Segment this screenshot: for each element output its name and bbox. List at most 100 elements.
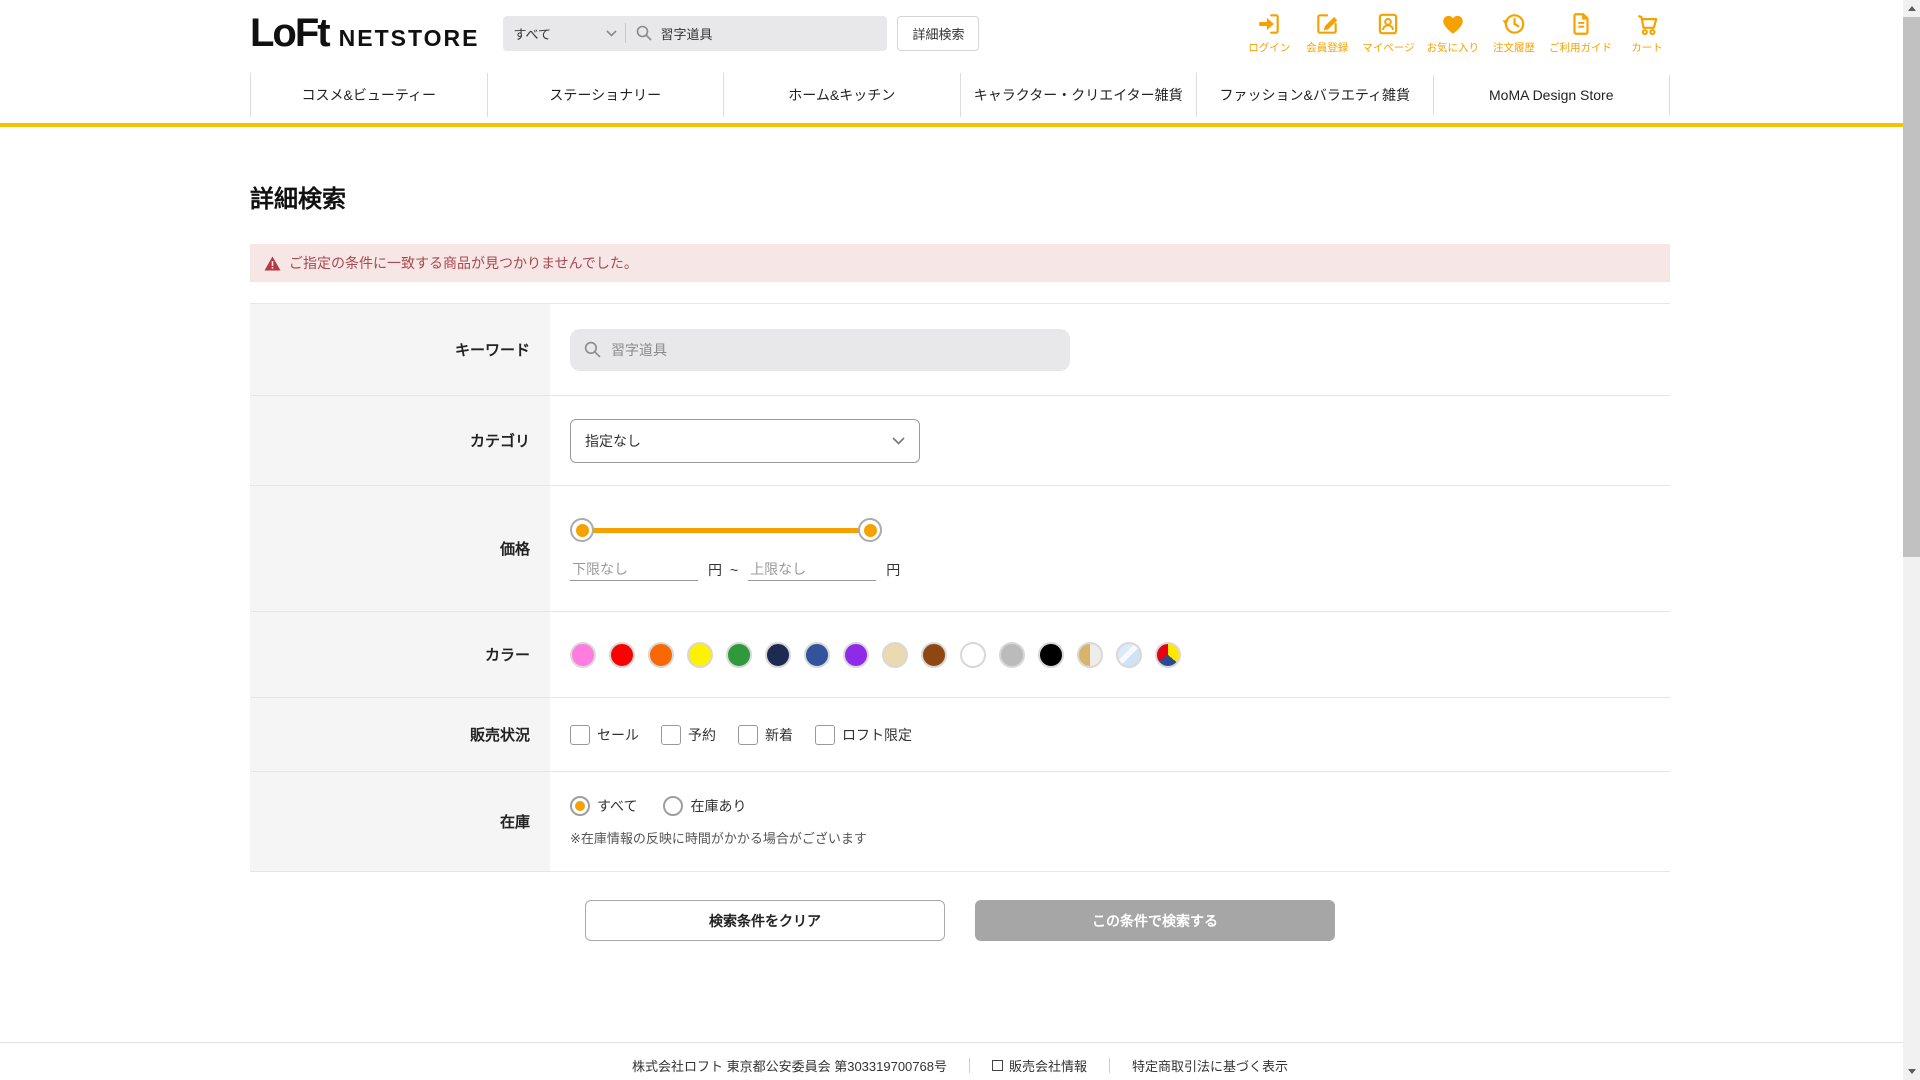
color-label: カラー	[250, 612, 550, 697]
nav-item-stationery[interactable]: ステーショナリー	[486, 72, 724, 117]
price-min-unit: 円	[708, 561, 722, 578]
footer-link-seller-info[interactable]: 販売会社情報	[991, 1056, 1087, 1075]
color-swatch-yellow[interactable]	[687, 641, 713, 668]
footer-link-label: 販売会社情報	[1008, 1058, 1087, 1074]
checkbox-label: 新着	[765, 726, 793, 743]
nav-item-home-kitchen[interactable]: ホーム&キッチン	[723, 72, 960, 117]
radio-button[interactable]	[663, 796, 684, 816]
header-search-input[interactable]	[660, 25, 871, 41]
color-swatch-green[interactable]	[726, 641, 752, 668]
main-nav: コスメ&ビューティー ステーショナリー ホーム&キッチン キャラクター・クリエイ…	[0, 66, 1920, 127]
checkbox-loft-exclusive[interactable]: ロフト限定	[815, 724, 912, 745]
color-swatch-clear[interactable]	[1116, 641, 1142, 668]
keyword-input-wrap	[570, 328, 1070, 371]
radio-in-stock[interactable]: 在庫あり	[663, 796, 746, 816]
form-actions: 検索条件をクリア この条件で検索する	[250, 900, 1670, 941]
header-quick-links: ログイン 会員登録 マイページ お気に入り 注文履歴 ご利用ガイド カート	[1246, 11, 1670, 55]
price-row: 価格 円 ~ 円	[250, 486, 1670, 612]
search-submit-button[interactable]: この条件で検索する	[975, 900, 1335, 941]
order-history-link[interactable]: 注文履歴	[1491, 11, 1537, 55]
login-link[interactable]: ログイン	[1246, 11, 1292, 55]
checkbox-new-arrival[interactable]: 新着	[738, 724, 793, 745]
warning-icon	[264, 256, 281, 270]
page-title: 詳細検索	[250, 186, 346, 213]
login-icon	[1259, 14, 1279, 34]
chevron-down-icon	[892, 436, 905, 445]
nav-item-fashion-variety[interactable]: ファッション&バラエティ雑貨	[1196, 72, 1433, 117]
sales-status-label: 販売状況	[250, 698, 550, 771]
checkbox-box[interactable]	[815, 724, 835, 745]
price-slider[interactable]	[570, 518, 882, 542]
register-icon	[1317, 14, 1338, 34]
category-row: カテゴリ 指定なし	[250, 396, 1670, 486]
price-slider-handle-min[interactable]	[570, 518, 594, 542]
radio-button-selected[interactable]	[570, 796, 590, 816]
scrollbar-up-button[interactable]	[1903, 0, 1920, 17]
search-divider	[625, 23, 627, 43]
color-swatch-navy[interactable]	[765, 641, 791, 668]
error-message: ご指定の条件に一致する商品が見つかりませんでした。	[289, 255, 638, 271]
scrollbar[interactable]	[1903, 0, 1920, 1080]
price-max-input[interactable]	[748, 558, 877, 581]
guide-icon	[1572, 13, 1589, 35]
scrollbar-thumb[interactable]	[1903, 17, 1920, 557]
color-swatch-beige[interactable]	[882, 641, 908, 668]
checkbox-sale[interactable]: セール	[570, 724, 639, 745]
color-swatch-white[interactable]	[960, 641, 986, 668]
clear-conditions-button[interactable]: 検索条件をクリア	[585, 900, 945, 941]
scroll-down-icon	[1907, 1069, 1916, 1074]
category-select[interactable]: 指定なし	[570, 418, 920, 463]
color-swatch-gray[interactable]	[999, 641, 1025, 668]
search-icon	[584, 341, 601, 358]
scrollbar-down-button[interactable]	[1903, 1063, 1920, 1080]
color-swatch-purple[interactable]	[843, 641, 869, 668]
color-swatch-orange[interactable]	[648, 641, 674, 668]
footer-link-commercial-law[interactable]: 特定商取引法に基づく表示	[1132, 1056, 1288, 1075]
color-swatch-gold-silver[interactable]	[1077, 641, 1103, 668]
search-icon	[637, 25, 653, 41]
register-link[interactable]: 会員登録	[1304, 11, 1350, 55]
price-slider-handle-max[interactable]	[858, 518, 882, 542]
checkbox-label: 予約	[688, 726, 716, 743]
favorites-label: お気に入り	[1426, 42, 1480, 54]
nav-item-cosmetics[interactable]: コスメ&ビューティー	[250, 72, 487, 117]
category-selected-value: 指定なし	[585, 432, 641, 449]
color-swatch-blue[interactable]	[804, 641, 830, 668]
color-swatch-black[interactable]	[1038, 641, 1064, 668]
nav-item-character-goods[interactable]: キャラクター・クリエイター雑貨	[959, 72, 1197, 117]
favorites-link[interactable]: お気に入り	[1426, 11, 1480, 55]
price-label: 価格	[250, 486, 550, 611]
price-max-unit: 円	[886, 561, 901, 578]
color-swatch-pink[interactable]	[570, 641, 596, 668]
search-category-dropdown[interactable]: すべて	[513, 24, 618, 43]
color-swatch-multicolor[interactable]	[1155, 641, 1181, 668]
cart-link[interactable]: カート	[1624, 11, 1670, 55]
mypage-link[interactable]: マイページ	[1362, 11, 1415, 55]
color-swatch-red[interactable]	[609, 641, 635, 668]
price-min-input[interactable]	[570, 558, 698, 581]
loft-logo[interactable]: LoFt NETSTORE	[250, 11, 479, 56]
sales-status-options: セール 予約 新着 ロフト限定	[570, 724, 912, 745]
radio-label: 在庫あり	[690, 798, 747, 814]
stock-note: ※在庫情報の反映に時間がかかる場合がございます	[570, 831, 867, 846]
stock-label: 在庫	[250, 772, 550, 871]
order-history-icon	[1502, 14, 1525, 34]
guide-link[interactable]: ご利用ガイド	[1549, 11, 1612, 55]
checkbox-box[interactable]	[570, 724, 590, 745]
radio-all[interactable]: すべて	[570, 796, 637, 816]
cart-icon	[1637, 14, 1658, 36]
keyword-input[interactable]	[611, 341, 1056, 358]
search-form: キーワード カテゴリ 指定なし 価格	[250, 303, 1670, 872]
color-swatch-brown[interactable]	[921, 641, 947, 668]
advanced-search-button[interactable]: 詳細検索	[897, 15, 980, 51]
checkbox-box[interactable]	[738, 724, 758, 745]
nav-item-moma[interactable]: MoMA Design Store	[1432, 74, 1670, 115]
stock-row: 在庫 すべて 在庫あり ※在庫情報の反映に時間がかかる場合がございます	[250, 772, 1670, 872]
error-banner: ご指定の条件に一致する商品が見つかりませんでした。	[250, 244, 1670, 282]
checkbox-box[interactable]	[661, 724, 681, 745]
sales-status-row: 販売状況 セール 予約 新着 ロフト限定	[250, 698, 1670, 772]
checkbox-reservation[interactable]: 予約	[661, 724, 716, 745]
login-label: ログイン	[1248, 42, 1291, 54]
mypage-label: マイページ	[1362, 42, 1415, 54]
checkbox-label: ロフト限定	[842, 726, 912, 743]
